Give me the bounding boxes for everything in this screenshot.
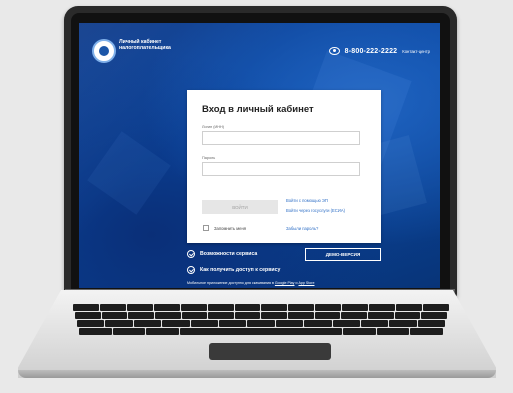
- login-title: Вход в личный кабинет: [202, 104, 314, 115]
- demo-version-button[interactable]: ДЕМО-ВЕРСИЯ: [305, 248, 381, 261]
- login-button[interactable]: ВОЙТИ: [202, 200, 278, 214]
- brand-line2: налогоплательщика: [119, 45, 171, 52]
- keyboard-row: [73, 304, 449, 311]
- mobile-app-note: Мобильное приложение доступно для скачив…: [187, 281, 314, 285]
- link-login-esia[interactable]: Войти через госуслуги (ЕСИА): [286, 208, 345, 213]
- touchpad: [209, 343, 331, 360]
- forgot-password-link[interactable]: Забыли пароль?: [286, 226, 318, 231]
- phone-number[interactable]: 8-800-222-2222: [345, 48, 398, 55]
- access-label: Как получить доступ к сервису: [200, 267, 281, 273]
- keyboard: [67, 298, 455, 340]
- mobile-note-prefix: Мобильное приложение доступно для скачив…: [187, 281, 274, 285]
- check-circle-icon: [187, 250, 195, 258]
- laptop-lid: Личный кабинет налогоплательщика 8-800-2…: [64, 6, 457, 298]
- keyboard-row: [75, 312, 447, 319]
- contact-center-label: Контакт-центр: [402, 48, 430, 54]
- laptop-base-edge: [18, 370, 496, 378]
- screen-bezel: Личный кабинет налогоплательщика 8-800-2…: [71, 13, 450, 294]
- eye-icon[interactable]: [328, 47, 340, 55]
- app-store-link[interactable]: App Store: [298, 281, 314, 285]
- features-label: Возможности сервиса: [200, 251, 258, 257]
- background-decoration: [87, 131, 171, 215]
- remember-label: Запомнить меня: [214, 226, 247, 231]
- keyboard-row: [77, 320, 446, 327]
- password-field[interactable]: [202, 162, 360, 176]
- header-contacts: 8-800-222-2222 Контакт-центр: [328, 47, 430, 55]
- brand-title[interactable]: Личный кабинет налогоплательщика: [119, 39, 209, 51]
- login-field[interactable]: [202, 131, 360, 145]
- features-link[interactable]: Возможности сервиса: [187, 250, 257, 258]
- access-link[interactable]: Как получить доступ к сервису: [187, 266, 280, 274]
- google-play-link[interactable]: Google Play: [275, 281, 295, 285]
- password-field-label: Пароль: [202, 156, 216, 160]
- app-screen: Личный кабинет налогоплательщика 8-800-2…: [79, 23, 440, 288]
- login-field-label: Логин (ИНН): [202, 125, 225, 129]
- check-circle-icon: [187, 266, 195, 274]
- keyboard-row: [79, 328, 444, 335]
- login-form: Вход в личный кабинет Логин (ИНН) Пароль…: [187, 90, 381, 243]
- remember-checkbox[interactable]: [203, 225, 209, 231]
- link-login-ep[interactable]: Войти с помощью ЭП: [286, 198, 328, 203]
- fns-logo-icon[interactable]: [92, 39, 116, 63]
